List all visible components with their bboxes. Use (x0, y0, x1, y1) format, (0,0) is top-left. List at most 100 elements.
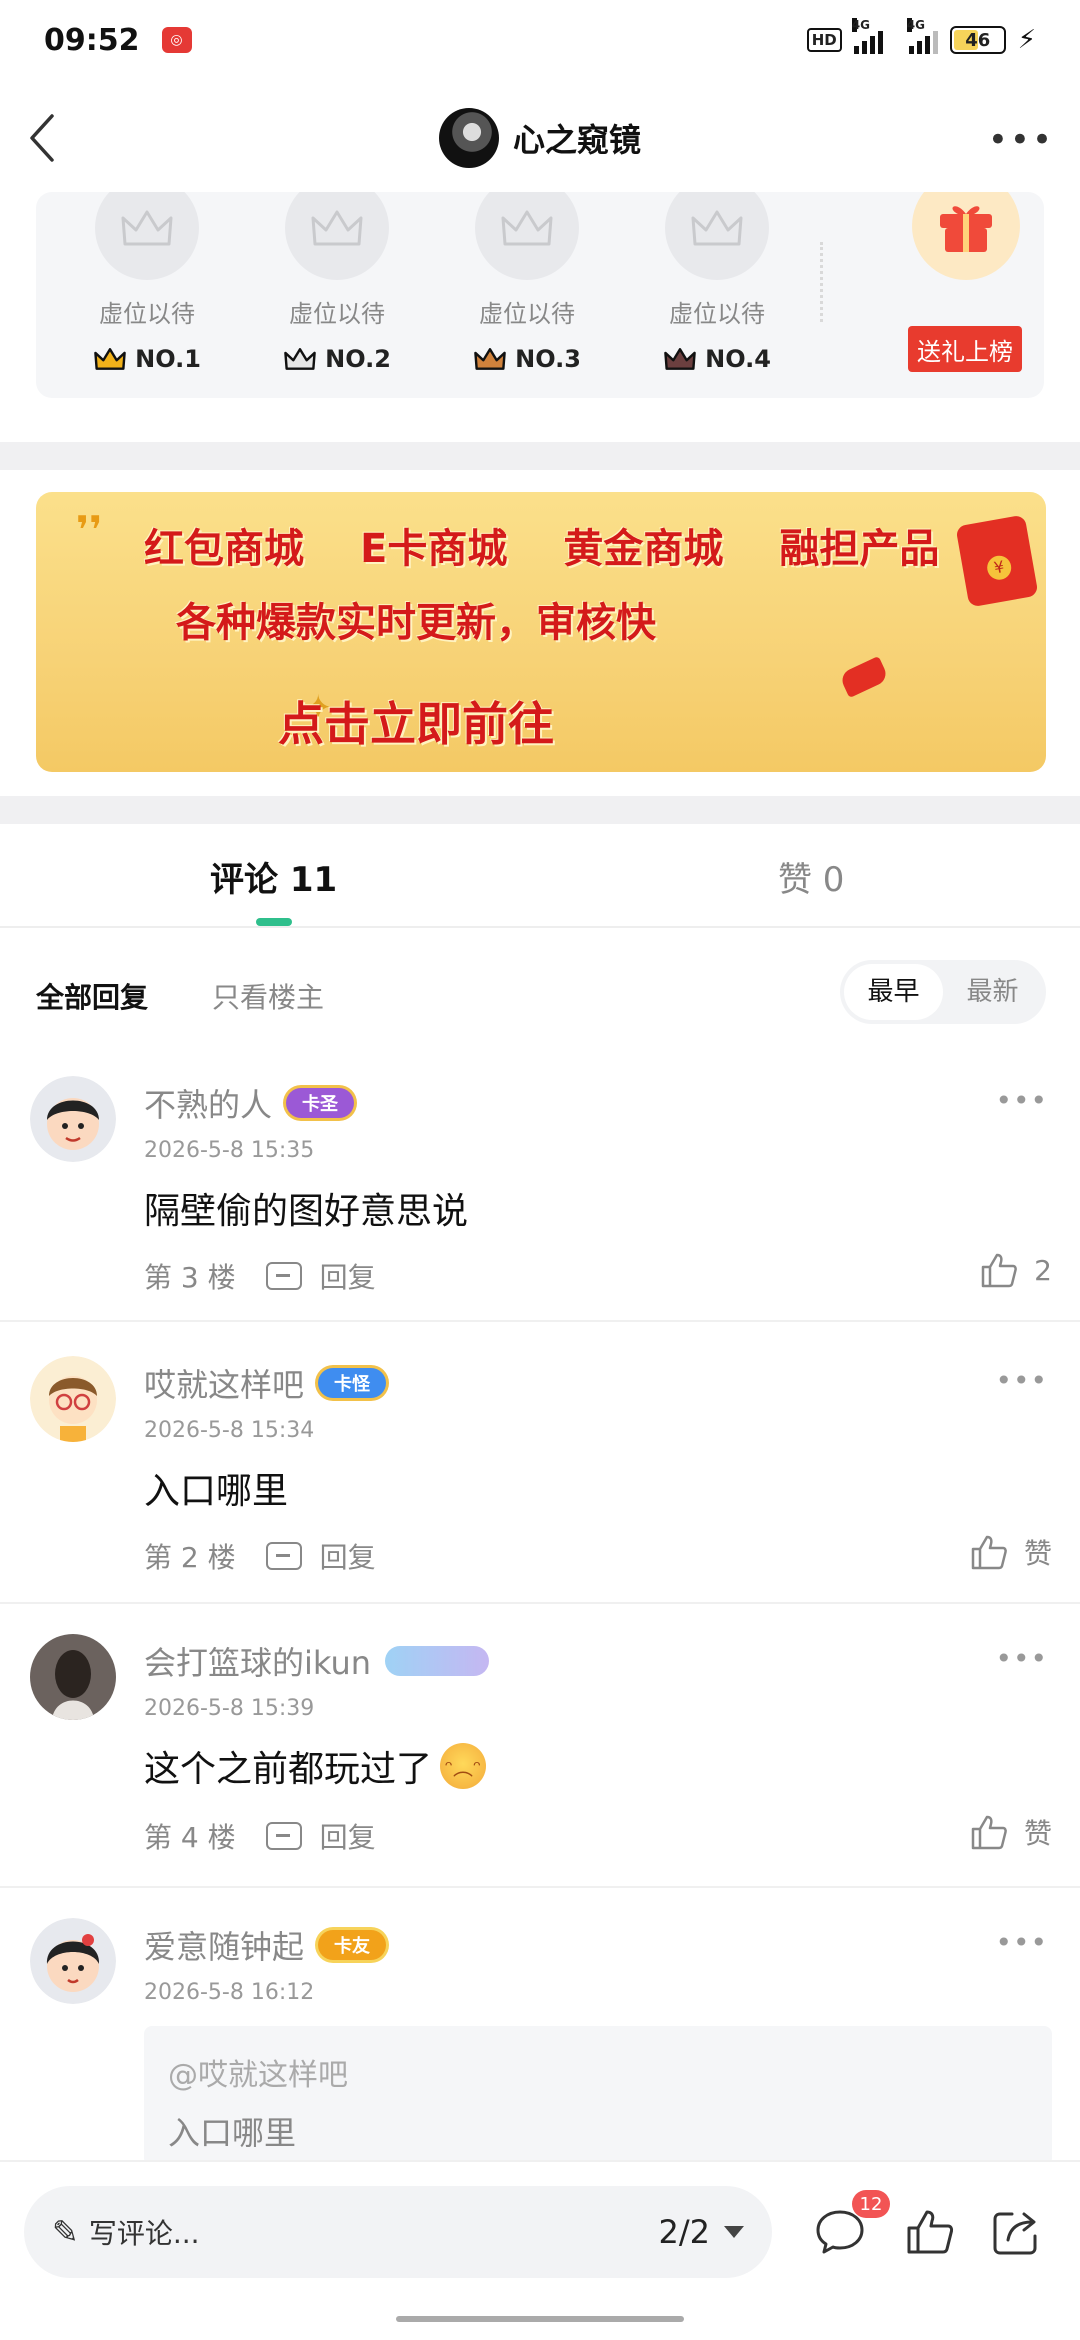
tab-likes[interactable]: 赞 0 (778, 852, 844, 901)
share-icon[interactable] (990, 2206, 1042, 2258)
like-label: 赞 (1023, 1537, 1052, 1570)
app-notification-icon: ◎ (161, 27, 192, 53)
gift-to-rank-button[interactable]: 送礼上榜 (908, 326, 1022, 372)
quote-mark-icon: ❜❜ (76, 508, 103, 552)
crown-outline-icon (311, 210, 363, 246)
rank-slot-avatar (475, 192, 579, 280)
page-title: 心之窥镜 (512, 121, 641, 159)
more-menu-icon[interactable]: ••• (988, 120, 1054, 160)
comment-more-icon[interactable]: ••• (995, 1084, 1048, 1117)
reply-button[interactable]: 回复 (320, 1536, 376, 1576)
signal-icon-2: 4G (906, 18, 938, 54)
promo-banner[interactable]: ❜❜ 红包商城 E卡商城 黄金商城 融担产品 各种爆款实时更新，审核快 ✦ 点击… (36, 492, 1046, 772)
like-label: 赞 (1023, 1817, 1052, 1850)
crown-outline-icon (121, 210, 173, 246)
comment-separator (0, 1320, 1080, 1322)
comment-username[interactable]: 爱意随钟起 (144, 1922, 304, 1968)
quoted-text: 入口哪里 (168, 2114, 297, 2152)
filter-all-replies[interactable]: 全部回复 (36, 976, 148, 1016)
gift-icon[interactable] (912, 192, 1020, 280)
home-indicator[interactable] (396, 2316, 684, 2322)
user-avatar[interactable] (30, 1918, 116, 2004)
comment-username[interactable]: 不熟的人 (144, 1080, 272, 1126)
rank-slot-2[interactable]: 虚位以待 NO.2 (262, 192, 412, 373)
banner-mall-3: 黄金商城 (563, 526, 724, 572)
reply-filter-bar: 全部回复 只看楼主 最早 最新 (0, 960, 1080, 1030)
floor-number: 第 4 楼 (144, 1821, 236, 1854)
rank-slot-avatar (285, 192, 389, 280)
page-selector[interactable]: 2/2 (658, 2213, 744, 2251)
rank-number: NO.1 (135, 345, 201, 373)
comment-tabs: 评论 11 赞 0 (0, 822, 1080, 928)
back-arrow-icon[interactable] (24, 112, 64, 164)
nav-title-group[interactable]: 心之窥镜 (438, 108, 641, 168)
rank-slot-4[interactable]: 虚位以待 NO.4 (642, 192, 792, 373)
comment-more-icon[interactable]: ••• (995, 1364, 1048, 1397)
crown-bronze-icon (474, 348, 506, 370)
reply-icon[interactable] (265, 1822, 302, 1850)
comment-text: 这个之前都玩过了 ᵔ︵ᵔ (144, 1740, 487, 1792)
section-separator (0, 796, 1080, 824)
quoted-username[interactable]: @哎就这样吧 (168, 2050, 348, 2094)
filter-op-only[interactable]: 只看楼主 (212, 976, 324, 1016)
crown-gold-icon (94, 348, 126, 370)
sort-earliest[interactable]: 最早 (844, 964, 943, 1020)
sort-toggle[interactable]: 最早 最新 (840, 960, 1046, 1024)
signal-icon-1: 4G (851, 18, 883, 54)
comment-timestamp: 2026-5-8 15:39 (144, 1696, 315, 1721)
tab-comments[interactable]: 评论 11 (210, 852, 337, 901)
rank-slot-avatar (665, 192, 769, 280)
quoted-reply[interactable]: @哎就这样吧 入口哪里 (144, 2026, 1052, 2166)
user-avatar[interactable] (30, 1634, 116, 1720)
rank-wait-label: 虚位以待 (289, 300, 385, 328)
dropdown-caret-icon (724, 2226, 744, 2238)
thumbs-up-icon (971, 1535, 1007, 1570)
ribbon-decoration (838, 655, 890, 699)
reply-icon[interactable] (265, 1262, 302, 1290)
active-tab-indicator (256, 918, 292, 926)
comment-more-icon[interactable]: ••• (995, 1926, 1048, 1959)
red-envelope-icon (955, 514, 1039, 608)
reply-icon[interactable] (265, 1542, 302, 1570)
banner-mall-4: 融担产品 (779, 526, 940, 572)
comment-count-badge: 12 (852, 2190, 890, 2218)
write-comment-input[interactable]: ✎ 写评论... 2/2 (24, 2186, 772, 2278)
comment-timestamp: 2026-5-8 16:12 (144, 1980, 315, 2005)
like-button[interactable]: 赞 (970, 1812, 1052, 1852)
floor-number: 第 3 楼 (144, 1261, 236, 1294)
crown-outline-icon (691, 210, 743, 246)
crown-outline-icon (501, 210, 553, 246)
banner-cta: 点击立即前往 (278, 697, 554, 751)
comment-username[interactable]: 会打篮球的ikun (144, 1638, 371, 1684)
reply-button[interactable]: 回复 (320, 1256, 376, 1296)
nav-bar: 心之窥镜 ••• (0, 90, 1080, 186)
thumbs-up-icon[interactable] (904, 2206, 956, 2258)
user-level-badge: 卡圣 (286, 1088, 355, 1118)
rank-slot-3[interactable]: 虚位以待 NO.3 (452, 192, 602, 373)
user-avatar[interactable] (30, 1356, 116, 1442)
comment-timestamp: 2026-5-8 15:34 (144, 1418, 315, 1443)
rank-number: NO.4 (705, 345, 771, 373)
rank-number: NO.3 (515, 345, 581, 373)
author-avatar[interactable] (438, 108, 499, 168)
like-button[interactable]: 2 (980, 1252, 1052, 1288)
crown-dark-icon (664, 348, 696, 370)
charging-icon: ⚡ (1017, 25, 1036, 55)
banner-mall-1: 红包商城 (144, 526, 304, 572)
rank-number: NO.2 (325, 345, 391, 373)
like-button[interactable]: 赞 (970, 1532, 1052, 1572)
comment-separator (0, 1602, 1080, 1604)
comment-more-icon[interactable]: ••• (995, 1642, 1048, 1675)
rank-slot-1[interactable]: 虚位以待 NO.1 (72, 192, 222, 373)
comment-separator (0, 1886, 1080, 1888)
pencil-icon: ✎ (52, 2213, 79, 2251)
reply-button[interactable]: 回复 (320, 1816, 376, 1856)
comment-timestamp: 2026-5-8 15:35 (144, 1138, 315, 1163)
battery-icon: 46 (949, 26, 1006, 54)
status-time: 09:52 (44, 22, 140, 58)
page-indicator: 2/2 (658, 2213, 711, 2251)
user-avatar[interactable] (30, 1076, 116, 1162)
rank-wait-label: 虚位以待 (479, 300, 575, 328)
sort-newest[interactable]: 最新 (943, 964, 1042, 1020)
comment-username[interactable]: 哎就这样吧 (144, 1360, 304, 1406)
